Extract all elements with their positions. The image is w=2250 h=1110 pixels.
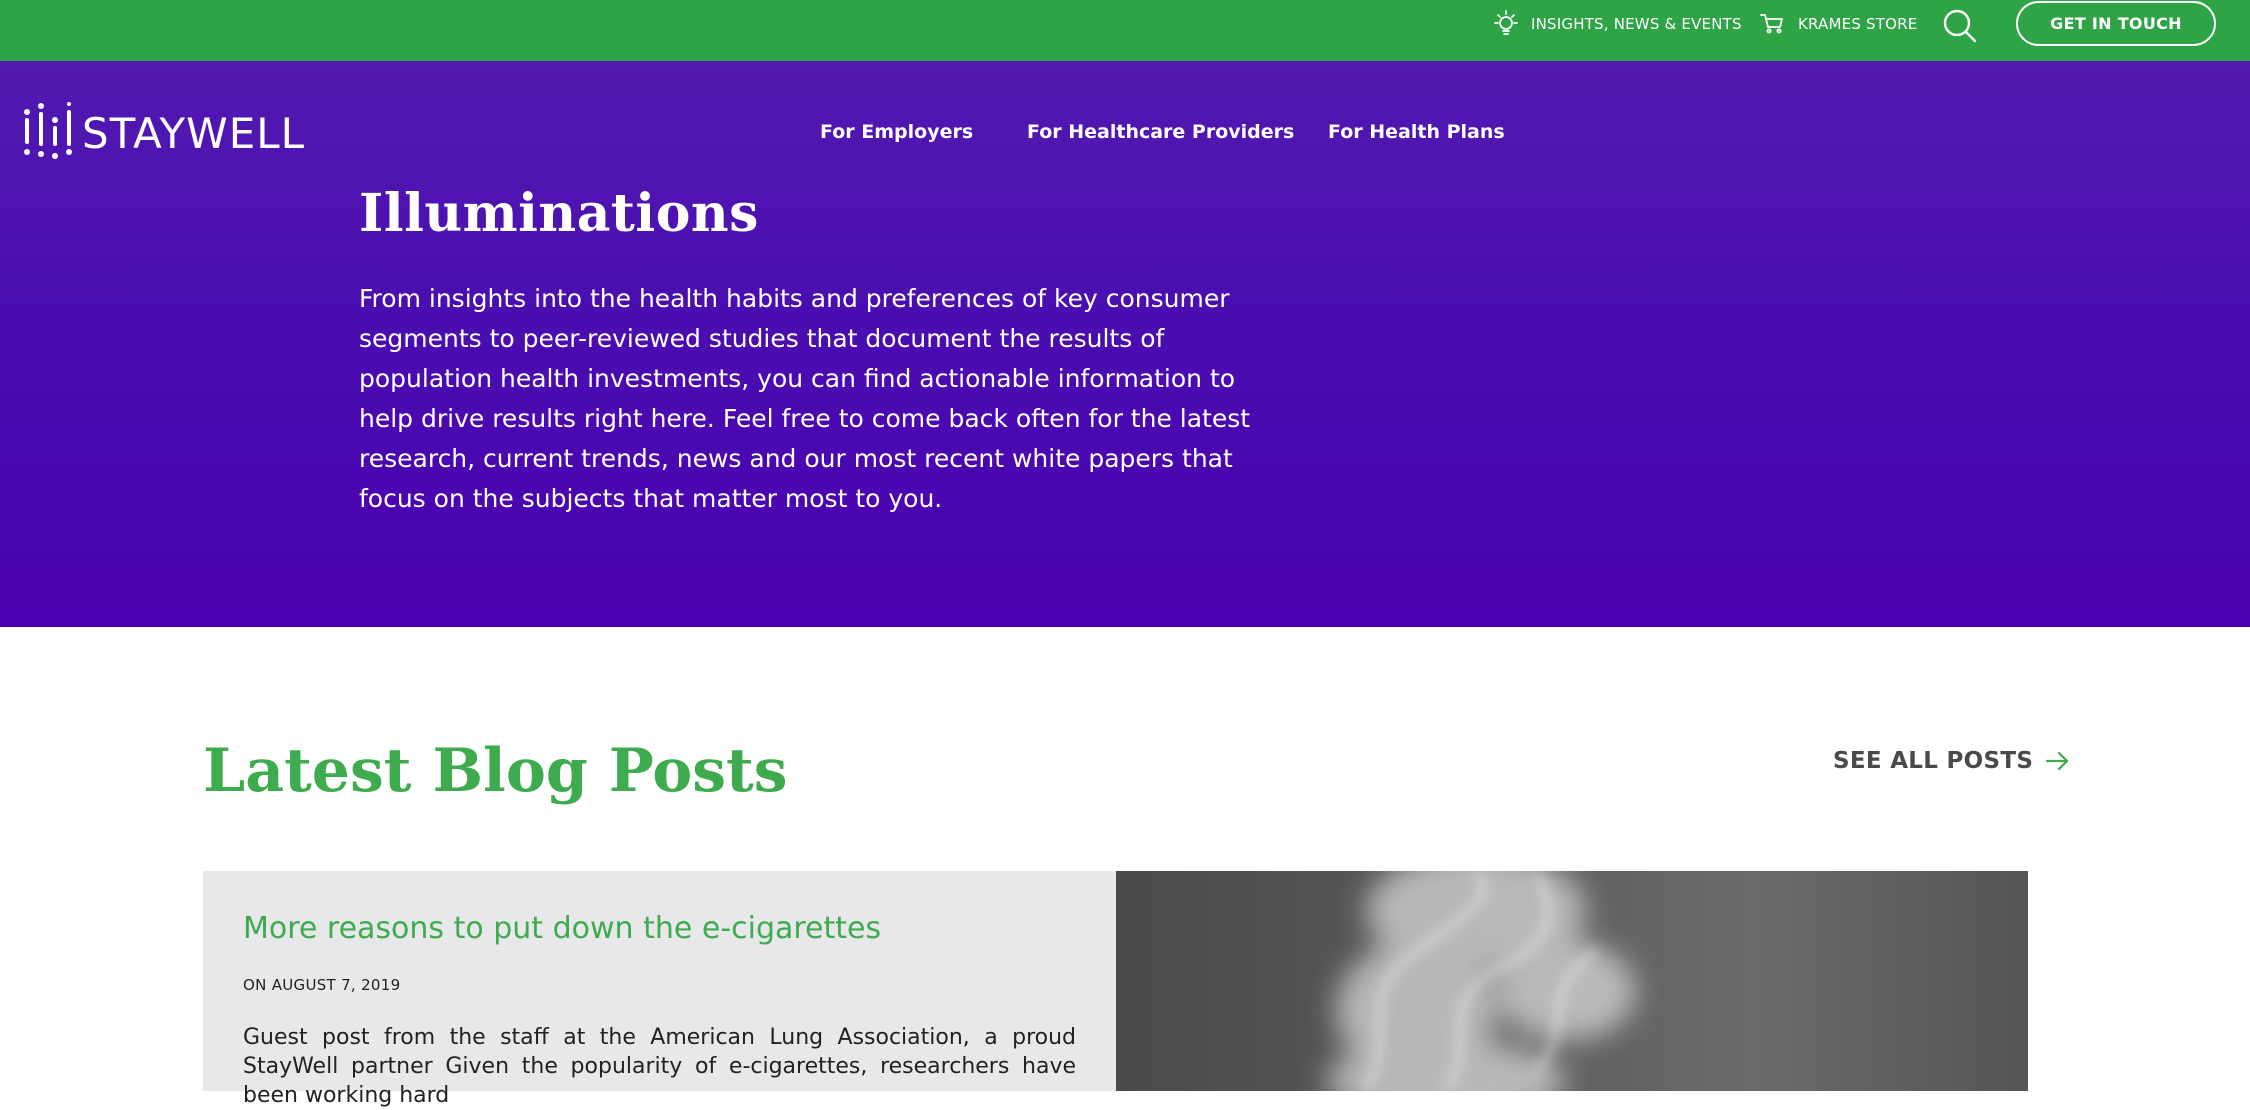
- blog-post-text-panel: More reasons to put down the e-cigarette…: [203, 871, 1116, 1108]
- cart-icon: [1758, 9, 1788, 39]
- blog-post-date: ON AUGUST 7, 2019: [243, 976, 401, 994]
- logo-wordmark: STAYWELL: [82, 108, 306, 158]
- krames-store-link[interactable]: KRAMES STORE: [1758, 0, 1917, 47]
- blog-post-title[interactable]: More reasons to put down the e-cigarette…: [243, 911, 881, 946]
- arrow-right-icon: [2046, 751, 2069, 771]
- utility-bar: INSIGHTS, NEWS & EVENTS KRAMES STORE GET…: [0, 0, 2250, 61]
- insights-news-events-link[interactable]: INSIGHTS, NEWS & EVENTS: [1491, 0, 1742, 47]
- smoke-image: [1326, 871, 1636, 1091]
- blog-post-image-smoke[interactable]: [1116, 871, 2028, 1091]
- lightbulb-icon: [1491, 9, 1521, 39]
- nav-for-healthcare-providers[interactable]: For Healthcare Providers: [1027, 121, 1294, 151]
- hero-description: From insights into the health habits and…: [359, 284, 1251, 513]
- see-all-posts-link[interactable]: SEE ALL POSTS: [1833, 748, 2071, 774]
- insights-link-label: INSIGHTS, NEWS & EVENTS: [1531, 14, 1742, 33]
- hero-section: STAYWELL For Employers For Healthcare Pr…: [0, 61, 2250, 627]
- search-icon: [1943, 9, 1977, 43]
- nav-for-employers[interactable]: For Employers: [820, 121, 973, 151]
- staywell-logo[interactable]: STAYWELL: [22, 102, 322, 164]
- blog-post-card[interactable]: More reasons to put down the e-cigarette…: [203, 871, 2028, 1108]
- latest-blog-posts-heading: Latest Blog Posts: [203, 736, 788, 806]
- get-in-touch-button[interactable]: GET IN TOUCH: [2016, 1, 2216, 46]
- krames-store-label: KRAMES STORE: [1798, 14, 1918, 33]
- nav-for-health-plans[interactable]: For Health Plans: [1328, 121, 1505, 151]
- see-all-posts-label: SEE ALL POSTS: [1833, 748, 2034, 774]
- search-button[interactable]: [1942, 8, 1978, 44]
- page-title: Illuminations: [359, 183, 759, 244]
- blog-post-excerpt: Guest post from the staff at the America…: [243, 1025, 1076, 1108]
- logo-mark-icon: [24, 102, 72, 159]
